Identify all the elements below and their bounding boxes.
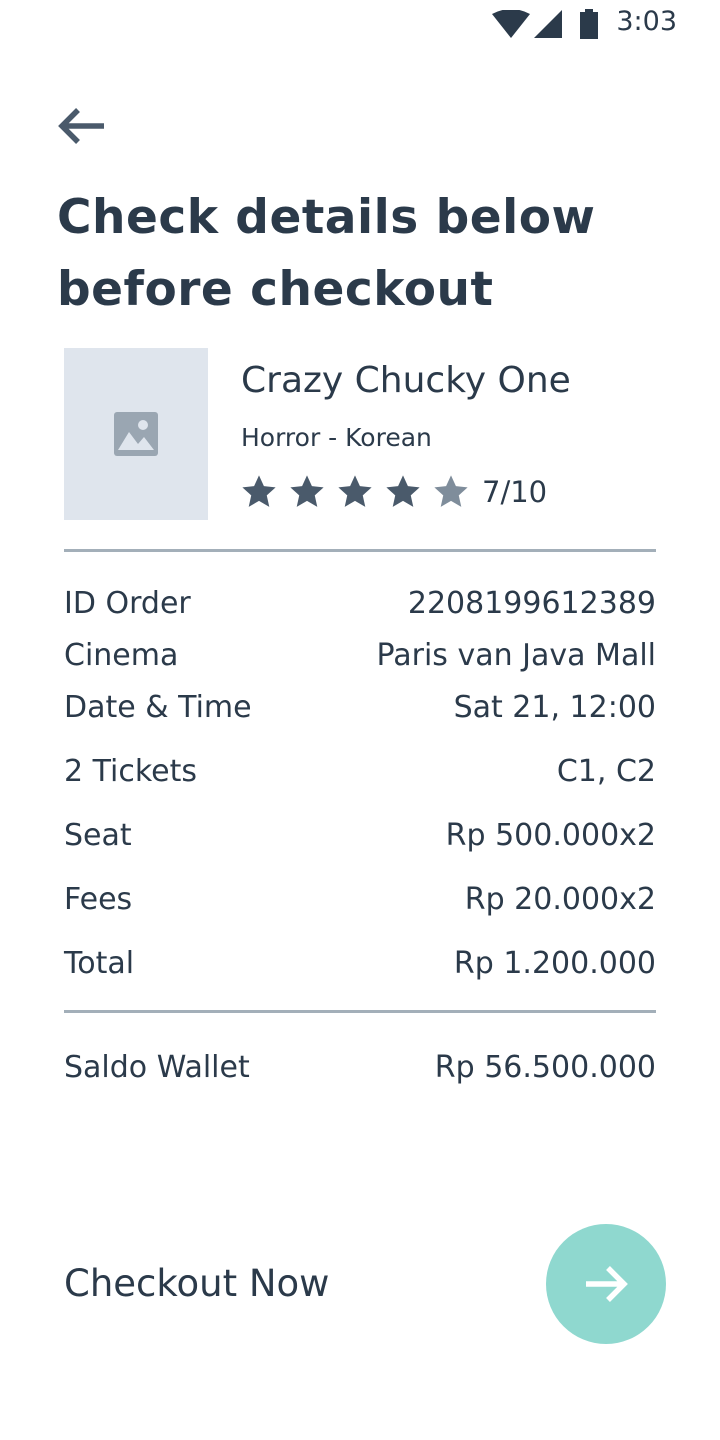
checkout-button[interactable] bbox=[546, 1224, 666, 1344]
divider bbox=[64, 549, 656, 552]
wifi-icon bbox=[492, 10, 530, 38]
checkout-label: Checkout Now bbox=[64, 1262, 330, 1305]
detail-label: Date & Time bbox=[64, 690, 252, 725]
detail-value: Rp 500.000x2 bbox=[445, 818, 656, 853]
detail-value: Rp 20.000x2 bbox=[464, 882, 656, 917]
signal-icon bbox=[534, 10, 562, 38]
divider bbox=[64, 1010, 656, 1013]
star-empty-icon bbox=[434, 475, 468, 507]
star-icon bbox=[290, 475, 324, 507]
status-bar: 3:03 bbox=[0, 0, 720, 48]
arrow-left-icon bbox=[58, 108, 104, 144]
movie-thumbnail bbox=[64, 348, 208, 520]
star-icon bbox=[338, 475, 372, 507]
detail-value: 22081996123​89 bbox=[407, 586, 656, 621]
movie-title: Crazy Chucky One bbox=[241, 360, 571, 401]
detail-label: 2 Tickets bbox=[64, 754, 198, 789]
detail-row-id-order: ID Order 22081996123​89 bbox=[64, 586, 656, 621]
detail-row-cinema: Cinema Paris van Java Mall bbox=[64, 638, 656, 673]
detail-row-fees: Fees Rp 20.000x2 bbox=[64, 882, 656, 917]
detail-label: Cinema bbox=[64, 638, 179, 673]
movie-genre: Horror - Korean bbox=[241, 423, 432, 452]
detail-row-tickets: 2 Tickets C1, C2 bbox=[64, 754, 656, 789]
arrow-right-icon bbox=[586, 1266, 628, 1302]
detail-value: Paris van Java Mall bbox=[376, 638, 657, 673]
detail-value: C1, C2 bbox=[556, 754, 656, 789]
detail-value: Sat 21, 12:00 bbox=[453, 690, 656, 725]
detail-label: Seat bbox=[64, 818, 132, 853]
wallet-value: Rp 56.500.000 bbox=[434, 1050, 656, 1085]
detail-row-date-time: Date & Time Sat 21, 12:00 bbox=[64, 690, 656, 725]
detail-value: Rp 1.200.000 bbox=[453, 946, 656, 981]
star-icon bbox=[386, 475, 420, 507]
back-button[interactable] bbox=[56, 100, 112, 152]
detail-label: ID Order bbox=[64, 586, 191, 621]
battery-icon bbox=[580, 9, 598, 39]
star-icon bbox=[242, 475, 276, 507]
image-placeholder-icon bbox=[114, 412, 158, 456]
rating-text: 7/10 bbox=[482, 475, 548, 509]
detail-label: Total bbox=[64, 946, 135, 981]
detail-label: Fees bbox=[64, 882, 133, 917]
wallet-row: Saldo Wallet Rp 56.500.000 bbox=[64, 1050, 656, 1085]
detail-row-seat: Seat Rp 500.000x2 bbox=[64, 818, 656, 853]
detail-row-total: Total Rp 1.200.000 bbox=[64, 946, 656, 981]
page-title: Check details below before checkout bbox=[57, 190, 596, 317]
movie-rating: 7/10 bbox=[240, 472, 547, 512]
wallet-label: Saldo Wallet bbox=[64, 1050, 250, 1085]
status-time: 3:03 bbox=[616, 6, 677, 37]
